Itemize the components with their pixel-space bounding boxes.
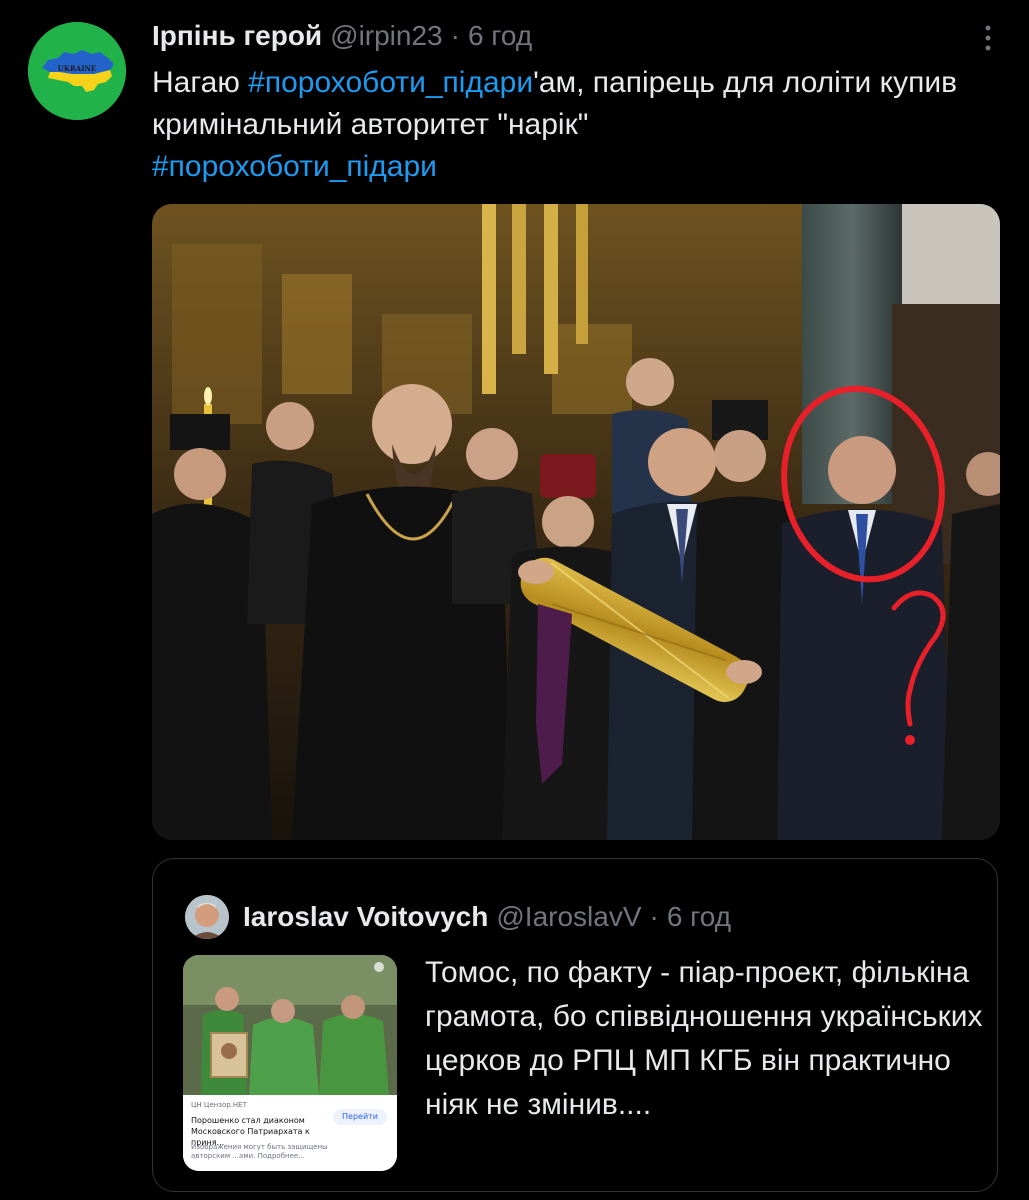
- author-avatar[interactable]: UKRAINE: [28, 22, 126, 120]
- thumbnail-source: ЦН Цензор.НЕТ: [191, 1101, 247, 1109]
- tweet-card[interactable]: UKRAINE Ірпінь герой @irpin23 · 6 год На…: [0, 0, 1029, 1200]
- tweet-text-part: Нагаю: [152, 66, 249, 99]
- hashtag-link[interactable]: #порохоботи_підари: [152, 150, 437, 183]
- quoted-author-avatar[interactable]: [185, 895, 229, 939]
- more-options-icon[interactable]: [966, 20, 1010, 56]
- quoted-author-name[interactable]: Iaroslav Voitovych: [243, 901, 488, 933]
- svg-text:UKRAINE: UKRAINE: [58, 64, 96, 73]
- ukraine-map-icon: UKRAINE: [28, 22, 126, 120]
- author-handle[interactable]: @irpin23: [330, 20, 442, 52]
- tweet-time[interactable]: 6 год: [468, 20, 532, 52]
- thumbnail-caption: Изображения могут быть защищены авторски…: [191, 1143, 328, 1160]
- quoted-tweet-time[interactable]: 6 год: [667, 901, 731, 933]
- thumbnail-card: ЦН Цензор.НЕТ Перейти Порошенко стал диа…: [183, 1095, 397, 1171]
- separator-dot: ·: [450, 20, 460, 51]
- hashtag-link[interactable]: #порохоботи_підари: [248, 66, 533, 99]
- thumbnail-photo: [183, 955, 397, 1095]
- quoted-tweet[interactable]: Iaroslav Voitovych @IaroslavV · 6 год ЦН…: [152, 858, 998, 1192]
- quoted-tweet-image[interactable]: ЦН Цензор.НЕТ Перейти Порошенко стал диа…: [183, 955, 397, 1171]
- tweet-text: Нагаю #порохоботи_підари'ам, папірець дл…: [152, 62, 992, 188]
- quoted-tweet-header: Iaroslav Voitovych @IaroslavV · 6 год: [243, 895, 731, 939]
- quoted-author-handle[interactable]: @IaroslavV: [496, 901, 641, 933]
- tweet-header: Ірпінь герой @irpin23 · 6 год: [152, 18, 532, 54]
- separator-dot: ·: [649, 901, 659, 932]
- author-name[interactable]: Ірпінь герой: [152, 20, 322, 52]
- thumbnail-goto-button[interactable]: Перейти: [333, 1109, 387, 1125]
- tweet-photo[interactable]: [152, 204, 1000, 840]
- quoted-tweet-text: Томос, по факту - піар-проект, фількіна …: [425, 956, 983, 1121]
